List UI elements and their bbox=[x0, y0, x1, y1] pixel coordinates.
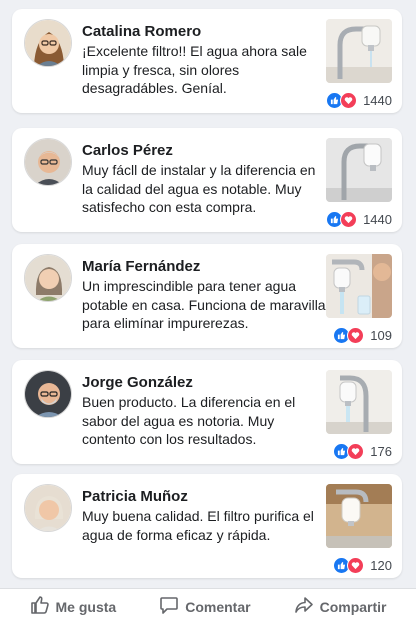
reactions[interactable]: 1440 bbox=[326, 91, 392, 109]
product-photo[interactable] bbox=[326, 138, 392, 202]
comment-text: Un imprescindible para tener agua potabl… bbox=[82, 278, 326, 331]
comment-label: Comentar bbox=[185, 598, 251, 615]
reactions[interactable]: 1440 bbox=[326, 210, 392, 228]
reaction-count: 1440 bbox=[363, 92, 392, 108]
comment-text: Buen producto. La diferencia en el sabor… bbox=[82, 394, 296, 447]
comments-feed: Catalina Romero ¡Excelente filtro!! El a… bbox=[0, 0, 416, 588]
comment-text: Muy fácll de instalar y la diferencia en… bbox=[82, 162, 316, 215]
love-reaction-icon bbox=[347, 556, 365, 574]
commenter-name[interactable]: Jorge González bbox=[82, 374, 193, 391]
share-button[interactable]: Compartir bbox=[294, 595, 387, 618]
reaction-count: 109 bbox=[370, 327, 392, 343]
avatar[interactable] bbox=[24, 254, 72, 302]
reaction-count: 1440 bbox=[363, 211, 392, 227]
comment-bubble-icon bbox=[159, 595, 179, 618]
action-bar: Me gusta Comentar Compartir bbox=[0, 588, 416, 624]
product-photo[interactable] bbox=[326, 484, 392, 548]
comment-card: María Fernández Un imprescindible para t… bbox=[12, 244, 402, 348]
reactions[interactable]: 120 bbox=[333, 556, 392, 574]
love-reaction-icon bbox=[340, 91, 358, 109]
like-label: Me gusta bbox=[55, 598, 117, 615]
commenter-name[interactable]: Carlos Pérez bbox=[82, 142, 173, 159]
commenter-name[interactable]: Patricia Muñoz bbox=[82, 488, 188, 505]
avatar[interactable] bbox=[24, 370, 72, 418]
comment-button[interactable]: Comentar bbox=[159, 595, 251, 618]
avatar[interactable] bbox=[24, 19, 72, 67]
share-label: Compartir bbox=[319, 598, 387, 615]
love-reaction-icon bbox=[347, 326, 365, 344]
avatar[interactable] bbox=[24, 138, 72, 186]
reaction-count: 176 bbox=[370, 443, 392, 459]
commenter-name[interactable]: María Fernández bbox=[82, 258, 200, 275]
comment-text: ¡Excelente filtro!! El agua ahora sale l… bbox=[82, 43, 307, 96]
reactions[interactable]: 176 bbox=[333, 442, 392, 460]
product-photo[interactable] bbox=[326, 254, 392, 318]
like-button[interactable]: Me gusta bbox=[30, 595, 117, 618]
reactions[interactable]: 109 bbox=[333, 326, 392, 344]
love-reaction-icon bbox=[347, 442, 365, 460]
commenter-name[interactable]: Catalina Romero bbox=[82, 23, 201, 40]
comment-card: Catalina Romero ¡Excelente filtro!! El a… bbox=[12, 9, 402, 113]
thumbs-up-icon bbox=[30, 595, 50, 618]
love-reaction-icon bbox=[340, 210, 358, 228]
avatar[interactable] bbox=[24, 484, 72, 532]
comment-card: Patricia Muñoz Muy buena calidad. El fil… bbox=[12, 474, 402, 578]
comment-card: Carlos Pérez Muy fácll de instalar y la … bbox=[12, 128, 402, 232]
share-arrow-icon bbox=[294, 595, 314, 618]
reaction-count: 120 bbox=[370, 557, 392, 573]
product-photo[interactable] bbox=[326, 370, 392, 434]
comment-text: Muy buena calidad. El filtro purifica el… bbox=[82, 508, 314, 543]
product-photo[interactable] bbox=[326, 19, 392, 83]
comment-card: Jorge González Buen producto. La diferen… bbox=[12, 360, 402, 464]
